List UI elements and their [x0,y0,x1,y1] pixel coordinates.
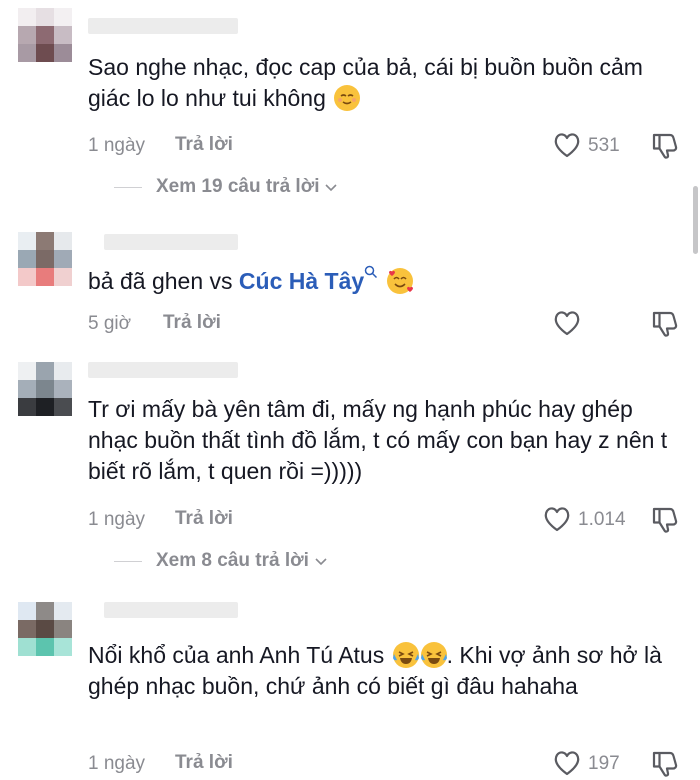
view-replies-button[interactable]: Xem 19 câu trả lời [114,176,339,198]
relieved-face-emoji [334,85,361,111]
comment-text: Tr ơi mấy bà yên tâm đi, mấy ng hạnh phú… [88,396,668,484]
like-count: 531 [588,135,620,156]
heart-outline-icon[interactable] [542,505,572,533]
tears-of-joy-emoji [420,642,447,668]
tears-of-joy-emoji [392,642,419,668]
chevron-down-icon [315,558,327,566]
reply-button[interactable]: Trả lời [175,752,233,774]
comment-text: Nổi khổ của anh Anh Tú Atus . Khi vợ ảnh… [88,642,662,699]
comment-text: Sao nghe nhạc, đọc cap của bả, cái bị bu… [88,54,643,111]
view-replies-button[interactable]: Xem 8 câu trả lời [114,550,329,572]
comment-text: bả đã ghen vs Cúc Hà Tây [88,265,678,297]
smiling-face-with-hearts-emoji [386,268,413,294]
divider [114,560,142,562]
like-count: 1.014 [578,509,626,530]
thumbs-down-icon[interactable] [650,308,680,338]
username-redacted [104,234,238,250]
thumbs-down-icon[interactable] [650,748,680,778]
divider [114,186,142,188]
chevron-down-icon [325,184,338,192]
avatar[interactable] [18,8,72,62]
reply-button[interactable]: Trả lời [175,134,233,156]
username-redacted [88,18,238,34]
scrollbar[interactable] [693,186,698,254]
username-redacted [88,362,238,378]
heart-outline-icon[interactable] [552,131,582,159]
heart-outline-icon[interactable] [552,749,582,777]
mention-link[interactable]: Cúc Hà Tây [239,268,364,294]
comment-time: 1 ngày [88,135,146,156]
comment-time: 5 giờ [88,313,132,334]
avatar[interactable] [18,602,72,656]
comment-time: 1 ngày [88,509,146,530]
avatar[interactable] [18,362,72,416]
reply-button[interactable]: Trả lời [175,508,233,530]
comment-time: 1 ngày [88,753,146,774]
like-count: 197 [588,753,620,774]
heart-outline-icon[interactable] [552,309,582,337]
reply-button[interactable]: Trả lời [163,312,221,334]
username-redacted [104,602,238,618]
thumbs-down-icon[interactable] [650,504,680,534]
avatar[interactable] [18,232,72,286]
thumbs-down-icon[interactable] [650,130,680,160]
search-icon[interactable] [364,265,378,279]
